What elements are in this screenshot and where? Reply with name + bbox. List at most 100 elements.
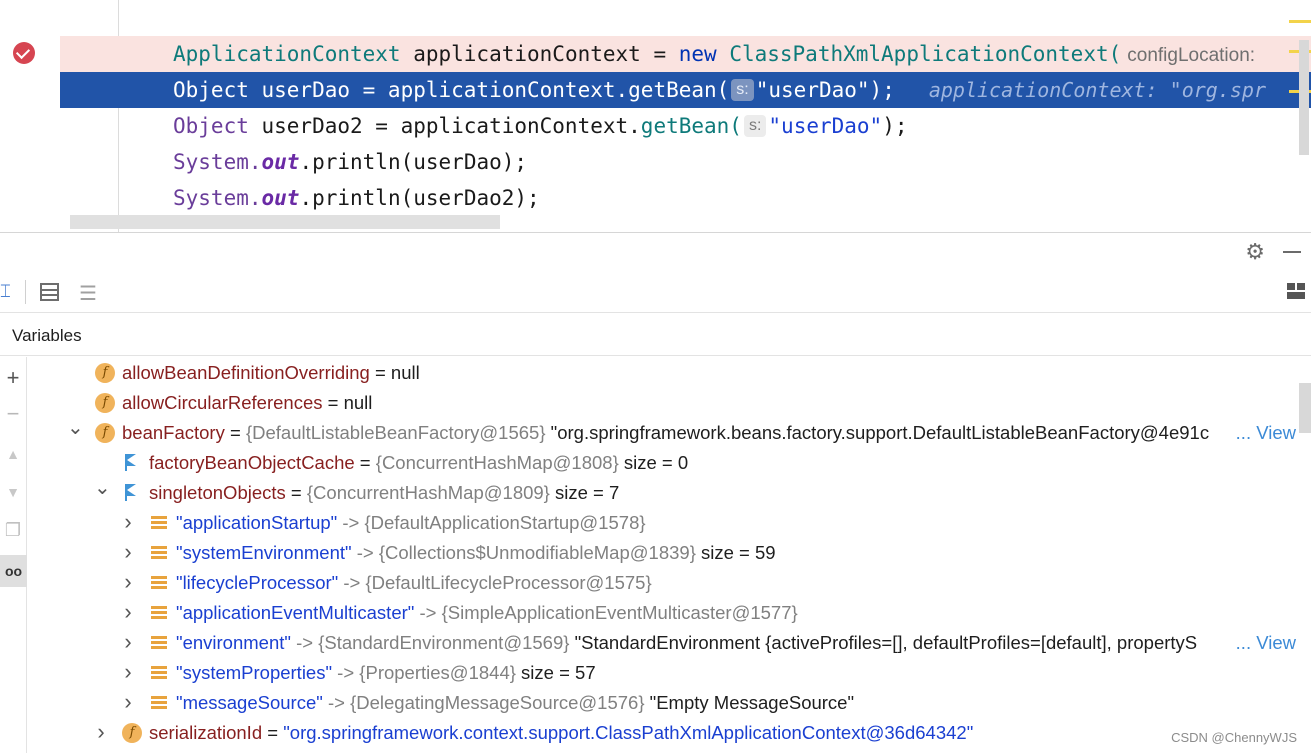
variable-name: allowCircularReferences xyxy=(122,392,323,413)
code-token: Object xyxy=(173,78,249,102)
code-text: Object userDao2 = applicationContext.get… xyxy=(173,108,908,144)
remove-watch-icon[interactable]: − xyxy=(2,403,24,425)
tree-row[interactable]: f allowBeanDefinitionOverriding = null xyxy=(28,358,1296,388)
variable-name: factoryBeanObjectCache xyxy=(149,452,355,473)
tree-row-content: "environment" -> {StandardEnvironment@15… xyxy=(176,628,1197,658)
tree-row[interactable]: › "messageSource" -> {DelegatingMessageSo… xyxy=(28,688,1296,718)
code-token: .println(userDao); xyxy=(299,150,528,174)
tree-row[interactable]: › "systemProperties" -> {Properties@1844}… xyxy=(28,658,1296,688)
horizontal-scrollbar[interactable] xyxy=(70,215,500,229)
layout-icon[interactable] xyxy=(1287,283,1305,299)
expand-chevron-icon[interactable]: › xyxy=(121,687,135,717)
operator: -> xyxy=(351,542,379,563)
tree-row[interactable]: › "lifecycleProcessor" -> {DefaultLifecyc… xyxy=(28,568,1296,598)
tree-row-content: "messageSource" -> {DelegatingMessageSou… xyxy=(176,688,854,718)
add-watch-icon[interactable]: + xyxy=(2,367,24,389)
code-line[interactable]: System.out.println(userDao2); xyxy=(60,180,1311,216)
collapse-chevron-icon[interactable]: ⌄ xyxy=(67,413,84,443)
code-editor[interactable]: ApplicationContext applicationContext = … xyxy=(0,0,1311,232)
execution-line[interactable]: Object userDao = applicationContext.getB… xyxy=(60,72,1311,108)
map-entry-icon xyxy=(151,665,167,681)
code-token: out xyxy=(261,186,300,210)
tree-row[interactable]: factoryBeanObjectCache = {ConcurrentHash… xyxy=(28,448,1296,478)
variables-title: Variables xyxy=(12,326,82,345)
object-reference: {Properties@1844} xyxy=(359,662,516,683)
field-icon: f xyxy=(95,423,115,443)
collapse-chevron-icon[interactable]: ⌄ xyxy=(94,473,111,503)
tree-row[interactable]: › "systemEnvironment" -> {Collections$Unm… xyxy=(28,538,1296,568)
code-line[interactable]: System.out.println(userDao); xyxy=(60,144,1311,180)
map-entry-icon xyxy=(151,575,167,591)
value-detail: size = 7 xyxy=(549,482,620,503)
operator: -> xyxy=(332,662,360,683)
variable-name: "lifecycleProcessor" xyxy=(176,572,339,593)
operator: = xyxy=(224,422,246,443)
object-reference: {DefaultListableBeanFactory@1565} xyxy=(245,422,546,443)
variable-name: "systemProperties" xyxy=(176,662,333,683)
code-token: ApplicationContext xyxy=(173,42,401,66)
gear-icon[interactable]: ⚙ xyxy=(1245,241,1265,263)
view-link[interactable]: ... View xyxy=(1233,418,1296,448)
expand-chevron-icon[interactable]: › xyxy=(121,627,135,657)
operator: -> xyxy=(338,572,366,593)
variable-name: "messageSource" xyxy=(176,692,323,713)
tree-row[interactable]: › "applicationEventMulticaster" -> {Simpl… xyxy=(28,598,1296,628)
tree-row[interactable]: f allowCircularReferences = null xyxy=(28,388,1296,418)
tree-row-content: allowBeanDefinitionOverriding = null xyxy=(122,358,420,388)
tree-scrollbar[interactable] xyxy=(1299,383,1311,433)
view-link[interactable]: ... View xyxy=(1233,628,1296,658)
map-entry-icon xyxy=(151,605,167,621)
minimize-icon[interactable] xyxy=(1283,251,1301,253)
inline-value-hint: applicationContext: "org.spr xyxy=(928,78,1266,102)
watches-glasses-icon[interactable]: oo xyxy=(0,555,27,587)
map-entry-icon xyxy=(151,515,167,531)
expand-chevron-icon[interactable]: › xyxy=(121,507,135,537)
tree-row-content: "applicationStartup" -> {DefaultApplicat… xyxy=(176,508,646,538)
warning-marker[interactable] xyxy=(1289,20,1311,23)
code-token: "userDao" xyxy=(768,114,883,138)
code-text: Object userDao = applicationContext.getB… xyxy=(173,72,1266,108)
expand-chevron-icon[interactable]: › xyxy=(121,597,135,627)
code-token: System. xyxy=(173,186,262,210)
code-token: System. xyxy=(173,150,262,174)
flag-icon xyxy=(122,453,140,471)
variable-value: null xyxy=(390,362,420,383)
parameter-hint: s: xyxy=(743,115,767,137)
map-entry-icon xyxy=(151,695,167,711)
compare-icon[interactable]: ☰ xyxy=(79,281,97,306)
code-token: new xyxy=(678,42,717,66)
variables-tree[interactable]: f allowBeanDefinitionOverriding = null f al… xyxy=(28,357,1298,753)
value-detail: size = 0 xyxy=(618,452,689,473)
object-reference: {ConcurrentHashMap@1809} xyxy=(306,482,550,503)
code-line[interactable]: Object userDao2 = applicationContext.get… xyxy=(60,108,1311,144)
move-down-icon[interactable]: ▼ xyxy=(2,481,24,503)
breakpoint-icon[interactable] xyxy=(13,42,35,64)
tree-row[interactable]: › "environment" -> {StandardEnvironment@1… xyxy=(28,628,1296,658)
variable-name: "environment" xyxy=(176,632,291,653)
table-icon[interactable] xyxy=(40,283,59,301)
editor-vertical-scrollbar[interactable] xyxy=(1299,40,1309,155)
expand-chevron-icon[interactable]: › xyxy=(121,567,135,597)
operator: = xyxy=(285,482,307,503)
expand-chevron-icon[interactable]: › xyxy=(121,537,135,567)
expand-chevron-icon[interactable]: › xyxy=(94,717,108,747)
variable-name: "systemEnvironment" xyxy=(176,542,352,563)
move-up-icon[interactable]: ▲ xyxy=(2,443,24,465)
code-token: getBean( xyxy=(640,114,742,138)
flag-icon xyxy=(122,483,140,501)
operator: -> xyxy=(290,632,319,653)
expand-chevron-icon[interactable]: › xyxy=(121,657,135,687)
code-line[interactable]: ApplicationContext applicationContext = … xyxy=(60,36,1311,72)
operator: = xyxy=(262,722,284,743)
tree-row[interactable]: › "applicationStartup" -> {DefaultApplica… xyxy=(28,508,1296,538)
tree-row[interactable]: ⌄ f beanFactory = {DefaultListableBeanFact… xyxy=(28,417,1296,448)
tree-row-content: serializationId = "org.springframework.c… xyxy=(149,718,973,748)
variable-name: beanFactory xyxy=(122,422,225,443)
evaluate-icon[interactable]: ⌶ xyxy=(0,281,12,303)
map-entry-icon xyxy=(151,635,167,651)
tree-row[interactable]: ⌄ singletonObjects = {ConcurrentHashMap@1… xyxy=(28,477,1296,508)
copy-icon[interactable]: ❐ xyxy=(2,519,24,541)
tree-row[interactable]: › f serializationId = "org.springframework… xyxy=(28,718,1296,748)
operator: = xyxy=(369,362,391,383)
parameter-hint: s: xyxy=(731,79,754,101)
